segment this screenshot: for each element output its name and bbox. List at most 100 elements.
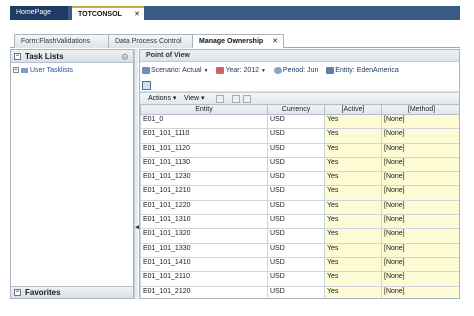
close-icon[interactable]: ✕ (272, 35, 278, 48)
cell-entity[interactable]: E01_101_1220 (140, 199, 268, 216)
tab-homepage[interactable]: HomePage (10, 6, 68, 20)
cell-active[interactable]: Yes (324, 214, 382, 230)
cell-currency[interactable]: USD (267, 199, 325, 216)
cell-currency[interactable]: USD (267, 156, 325, 173)
cell-entity[interactable]: E01_101_1330 (140, 242, 268, 258)
cell-entity[interactable]: E01_101_2110 (140, 271, 268, 287)
tab-data-process-control[interactable]: Data Process Control (108, 34, 194, 48)
actions-menu[interactable]: Actions ▾ (148, 93, 176, 105)
pov-year[interactable]: Year: 2012 ▼ (216, 66, 266, 74)
copy-icon[interactable] (216, 95, 224, 103)
cell-entity[interactable]: E01_101_2120 (140, 285, 268, 298)
cell-entity[interactable]: E01_101_1230 (140, 171, 268, 187)
cell-method[interactable]: [None] (381, 242, 459, 258)
cell-entity[interactable]: E01_0 (140, 113, 268, 130)
cell-method[interactable]: [None] (381, 185, 459, 201)
cell-active[interactable]: Yes (324, 128, 382, 144)
table-row[interactable]: E01_101_1120 USD Yes [None] (140, 142, 459, 158)
table-row[interactable]: E01_101_1210 USD Yes [None] (140, 185, 459, 201)
settings-icon[interactable]: ⚙ (121, 51, 129, 64)
cell-currency[interactable]: USD (267, 171, 325, 187)
table-row[interactable]: E01_101_1310 USD Yes [None] (140, 214, 459, 230)
cell-entity[interactable]: E01_101_1130 (140, 156, 268, 173)
cell-method[interactable]: [None] (381, 113, 459, 130)
cell-method[interactable]: [None] (381, 128, 459, 144)
cell-active[interactable]: Yes (324, 271, 382, 287)
collapse-icon[interactable]: − (14, 53, 21, 60)
tab-manage-ownership[interactable]: Manage Ownership ✕ (192, 34, 284, 48)
cell-active[interactable]: Yes (324, 242, 382, 258)
cell-method[interactable]: [None] (381, 256, 459, 273)
cell-method[interactable]: [None] (381, 156, 459, 173)
cell-entity[interactable]: E01_101_1310 (140, 214, 268, 230)
calendar-icon (216, 66, 225, 74)
cell-currency[interactable]: USD (267, 214, 325, 230)
cell-currency[interactable]: USD (267, 142, 325, 158)
task-lists-header: − Task Lists ⚙ (11, 50, 133, 63)
column-header-entity[interactable]: Entity (140, 104, 268, 115)
cell-method[interactable]: [None] (381, 214, 459, 230)
paste-special-icon[interactable] (243, 95, 251, 103)
tab-totconsol[interactable]: TOTCONSOL ✕ (72, 6, 144, 20)
cell-entity[interactable]: E01_101_1110 (140, 128, 268, 144)
cell-currency[interactable]: USD (267, 285, 325, 298)
cell-active[interactable]: Yes (324, 113, 382, 130)
table-row[interactable]: E01_101_1330 USD Yes [None] (140, 242, 459, 258)
favorites-header[interactable]: − Favorites (11, 286, 133, 298)
cell-currency[interactable]: USD (267, 256, 325, 273)
cell-currency[interactable]: USD (267, 242, 325, 258)
cell-method[interactable]: [None] (381, 142, 459, 158)
cell-entity[interactable]: E01_101_1410 (140, 256, 268, 273)
table-row[interactable]: E01_101_1410 USD Yes [None] (140, 256, 459, 273)
tab-form-flashvalidations[interactable]: Form:FlashValidations (14, 34, 110, 48)
cell-method[interactable]: [None] (381, 228, 459, 244)
view-menu[interactable]: View ▾ (184, 93, 205, 105)
cell-entity[interactable]: E01_101_1320 (140, 228, 268, 244)
table-row[interactable]: E01_101_1320 USD Yes [None] (140, 228, 459, 244)
cell-entity[interactable]: E01_101_1210 (140, 185, 268, 201)
table-row[interactable]: E01_101_1110 USD Yes [None] (140, 128, 459, 144)
table-row[interactable]: E01_101_2120 USD Yes [None] (140, 285, 459, 298)
pov-entity[interactable]: Entity: EdenAmerica (326, 66, 399, 74)
column-header-method[interactable]: [Method] (381, 104, 459, 115)
refresh-icon[interactable] (142, 81, 151, 90)
dimension-icon (142, 66, 150, 74)
cell-currency[interactable]: USD (267, 113, 325, 130)
cell-currency[interactable]: USD (267, 185, 325, 201)
pov-period-label: Period: Jun (282, 67, 319, 74)
table-row[interactable]: E01_101_1220 USD Yes [None] (140, 199, 459, 216)
cell-method[interactable]: [None] (381, 171, 459, 187)
expand-icon[interactable]: + (13, 67, 19, 74)
panel-splitter[interactable]: ◀ (134, 49, 140, 299)
cell-active[interactable]: Yes (324, 285, 382, 298)
cell-method[interactable]: [None] (381, 271, 459, 287)
chevron-down-icon: ▼ (261, 68, 266, 74)
pov-period[interactable]: Period: Jun (273, 66, 319, 74)
cell-currency[interactable]: USD (267, 128, 325, 144)
cell-currency[interactable]: USD (267, 271, 325, 287)
cell-entity[interactable]: E01_101_1120 (140, 142, 268, 158)
tab-manage-ownership-label: Manage Ownership (199, 38, 264, 45)
table-row[interactable]: E01_0 USD Yes [None] (140, 113, 459, 130)
table-row[interactable]: E01_101_1130 USD Yes [None] (140, 156, 459, 173)
column-header-currency[interactable]: Currency (267, 104, 325, 115)
cell-method[interactable]: [None] (381, 285, 459, 298)
close-icon[interactable]: ✕ (134, 8, 140, 22)
table-row[interactable]: E01_101_1230 USD Yes [None] (140, 171, 459, 187)
cell-currency[interactable]: USD (267, 228, 325, 244)
collapse-icon[interactable]: − (14, 289, 21, 296)
table-row[interactable]: E01_101_2110 USD Yes [None] (140, 271, 459, 287)
column-header-active[interactable]: [Active] (324, 104, 382, 115)
cell-active[interactable]: Yes (324, 228, 382, 244)
favorites-title: Favorites (25, 288, 61, 297)
cell-active[interactable]: Yes (324, 142, 382, 158)
cell-active[interactable]: Yes (324, 156, 382, 173)
cell-active[interactable]: Yes (324, 256, 382, 273)
paste-icon[interactable] (232, 95, 240, 103)
cell-active[interactable]: Yes (324, 199, 382, 216)
pov-scenario[interactable]: Scenario: Actual ▼ (142, 66, 209, 74)
cell-active[interactable]: Yes (324, 185, 382, 201)
cell-active[interactable]: Yes (324, 171, 382, 187)
cell-method[interactable]: [None] (381, 199, 459, 216)
user-tasklists-link[interactable]: User Tasklists (30, 67, 73, 74)
